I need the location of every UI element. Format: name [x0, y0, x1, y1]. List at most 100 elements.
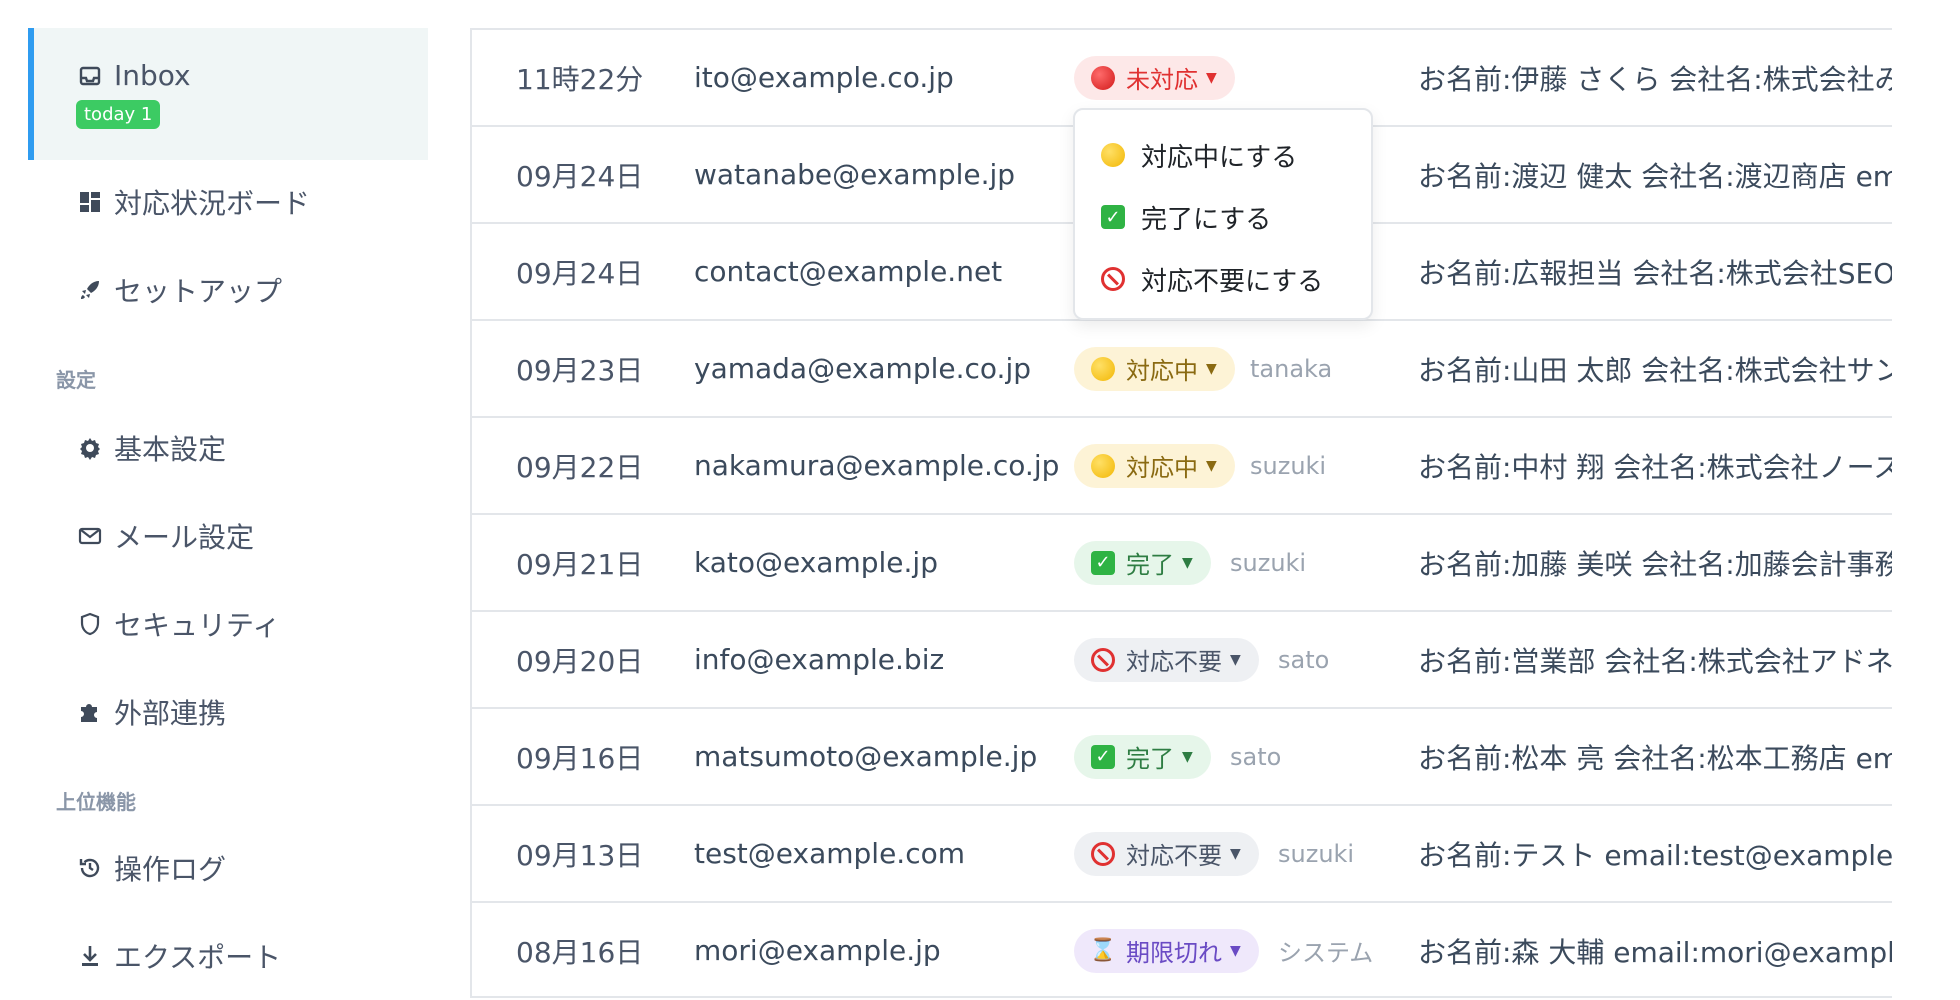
row-date: 09月24日	[516, 159, 644, 193]
dashboard-icon	[76, 188, 104, 216]
row-assignee: tanaka	[1250, 354, 1333, 383]
row-status: ✓ 完了 ▼	[1074, 515, 1211, 610]
sidebar-item-integrations[interactable]: 外部連携	[28, 684, 428, 740]
row-assignee: sato	[1278, 645, 1330, 674]
rocket-icon	[76, 276, 104, 304]
row-status: 対応中 ▼	[1074, 418, 1235, 513]
caret-down-icon: ▼	[1230, 942, 1241, 959]
row-date: 09月16日	[516, 741, 644, 775]
row-date: 09月22日	[516, 450, 644, 484]
row-assignee: suzuki	[1278, 839, 1355, 868]
status-dropdown-button[interactable]: 対応中 ▼	[1074, 443, 1235, 488]
row-email: test@example.com	[694, 837, 965, 870]
check-mark-icon: ✓	[1090, 744, 1116, 770]
table-row[interactable]: 08月16日 mori@example.jp ⌛ 期限切れ ▼ システム お名前…	[472, 903, 1892, 996]
status-dropdown-button[interactable]: 対応中 ▼	[1074, 346, 1235, 391]
yellow-circle-icon	[1090, 356, 1116, 382]
sidebar-item-label: Inbox	[114, 59, 191, 92]
status-dropdown-button[interactable]: 対応不要 ▼	[1074, 637, 1259, 682]
status-dropdown-button[interactable]: 対応不要 ▼	[1074, 831, 1259, 876]
row-date: 09月23日	[516, 353, 644, 387]
menu-item-in-progress[interactable]: 対応中にする	[1099, 132, 1297, 178]
sidebar-item-inbox[interactable]: Inbox today 1	[28, 28, 428, 160]
row-status: ⌛ 期限切れ ▼	[1074, 903, 1259, 996]
table-row[interactable]: 09月13日 test@example.com 対応不要 ▼ suzuki お名…	[472, 806, 1892, 903]
menu-item-label: 対応中にする	[1141, 142, 1298, 173]
app-root: Inbox today 1 対応状況ボード セットアップ 設定 基本設定 メール…	[0, 0, 1960, 1000]
yellow-circle-icon	[1090, 453, 1116, 479]
status-label: 対応不要	[1126, 648, 1222, 676]
row-detail: お名前:山田 太郎 会社名:株式会社サンプル	[1418, 353, 1892, 387]
status-label: 期限切れ	[1126, 939, 1222, 967]
table-row[interactable]: 09月20日 info@example.biz 対応不要 ▼ sato お名前:…	[472, 612, 1892, 709]
sidebar-item-activity-log[interactable]: 操作ログ	[28, 840, 428, 896]
caret-down-icon: ▼	[1206, 360, 1217, 377]
row-date: 11時22分	[516, 62, 644, 96]
prohibited-icon	[1090, 647, 1116, 673]
hourglass-icon: ⌛	[1089, 938, 1117, 963]
status-dropdown-button[interactable]: ⌛ 期限切れ ▼	[1074, 928, 1259, 973]
table-row[interactable]: 09月23日 yamada@example.co.jp 対応中 ▼ tanaka…	[472, 321, 1892, 418]
row-email: kato@example.jp	[694, 546, 938, 579]
sidebar-item-label: 操作ログ	[114, 853, 227, 886]
status-label: 対応中	[1126, 454, 1198, 482]
row-email: info@example.biz	[694, 643, 945, 676]
row-detail: お名前:森 大輔 email:mori@example.jp	[1418, 935, 1892, 969]
sidebar-item-board[interactable]: 対応状況ボード	[28, 174, 428, 230]
row-detail: お名前:加藤 美咲 会社名:加藤会計事務所	[1418, 547, 1892, 581]
menu-item-label: 完了にする	[1141, 204, 1272, 235]
sidebar-item-mail-settings[interactable]: メール設定	[28, 508, 428, 564]
status-dropdown-button[interactable]: ✓ 完了 ▼	[1074, 540, 1211, 585]
row-date: 09月13日	[516, 838, 644, 872]
today-badge: today 1	[76, 100, 161, 129]
shield-icon	[76, 610, 104, 638]
status-dropdown-button[interactable]: 未対応 ▼	[1074, 55, 1235, 100]
history-icon	[76, 854, 104, 882]
sidebar-item-label: 対応状況ボード	[114, 187, 311, 220]
caret-down-icon: ▼	[1230, 651, 1241, 668]
row-status: 対応不要 ▼	[1074, 612, 1259, 707]
puzzle-icon	[76, 698, 104, 726]
status-dropdown-menu: 対応中にする ✓ 完了にする 対応不要にする	[1073, 108, 1373, 320]
row-detail: お名前:中村 翔 会社名:株式会社ノースタ	[1418, 450, 1892, 484]
table-row[interactable]: 09月21日 kato@example.jp ✓ 完了 ▼ suzuki お名前…	[472, 515, 1892, 612]
row-email: watanabe@example.jp	[694, 158, 1016, 191]
row-assignee: suzuki	[1250, 451, 1327, 480]
row-date: 09月24日	[516, 256, 644, 290]
row-email: contact@example.net	[694, 255, 1003, 288]
red-circle-icon	[1090, 65, 1116, 91]
row-status: ✓ 完了 ▼	[1074, 709, 1211, 804]
mail-icon	[76, 522, 104, 550]
sidebar-item-label: セットアップ	[114, 275, 283, 308]
status-dropdown-button[interactable]: ✓ 完了 ▼	[1074, 734, 1211, 779]
row-detail: お名前:テスト email:test@example.com	[1418, 838, 1892, 872]
sidebar-item-label: メール設定	[114, 521, 255, 554]
row-email: nakamura@example.co.jp	[694, 449, 1060, 482]
table-row[interactable]: 09月16日 matsumoto@example.jp ✓ 完了 ▼ sato …	[472, 709, 1892, 806]
sidebar-item-basic-settings[interactable]: 基本設定	[28, 420, 428, 476]
row-email: mori@example.jp	[694, 934, 941, 967]
row-detail: お名前:伊藤 さくら 会社名:株式会社みらい	[1418, 62, 1892, 96]
row-detail: お名前:営業部 会社名:株式会社アドネット	[1418, 644, 1892, 678]
row-detail: お名前:渡辺 健太 会社名:渡辺商店 email	[1418, 159, 1892, 193]
row-email: yamada@example.co.jp	[694, 352, 1031, 385]
row-date: 08月16日	[516, 935, 644, 969]
menu-item-label: 対応不要にする	[1141, 266, 1324, 297]
section-label-settings: 設定	[56, 368, 96, 392]
sidebar-item-security[interactable]: セキュリティ	[28, 596, 428, 652]
row-assignee: suzuki	[1230, 548, 1307, 577]
status-label: 未対応	[1126, 66, 1198, 94]
row-email: matsumoto@example.jp	[694, 740, 1038, 773]
menu-item-complete[interactable]: ✓ 完了にする	[1099, 194, 1271, 240]
row-detail: お名前:広報担当 会社名:株式会社SEOマ	[1418, 256, 1892, 290]
sidebar-item-export[interactable]: エクスポート	[28, 928, 428, 984]
caret-down-icon: ▼	[1206, 69, 1217, 86]
sidebar-item-label: セキュリティ	[114, 609, 281, 642]
sidebar-item-setup[interactable]: セットアップ	[28, 262, 428, 318]
table-row[interactable]: 09月22日 nakamura@example.co.jp 対応中 ▼ suzu…	[472, 418, 1892, 515]
row-assignee: sato	[1230, 742, 1282, 771]
menu-item-not-needed[interactable]: 対応不要にする	[1099, 256, 1323, 302]
row-status: 対応不要 ▼	[1074, 806, 1259, 901]
status-label: 完了	[1126, 551, 1174, 579]
sidebar: Inbox today 1 対応状況ボード セットアップ 設定 基本設定 メール…	[28, 0, 428, 1000]
